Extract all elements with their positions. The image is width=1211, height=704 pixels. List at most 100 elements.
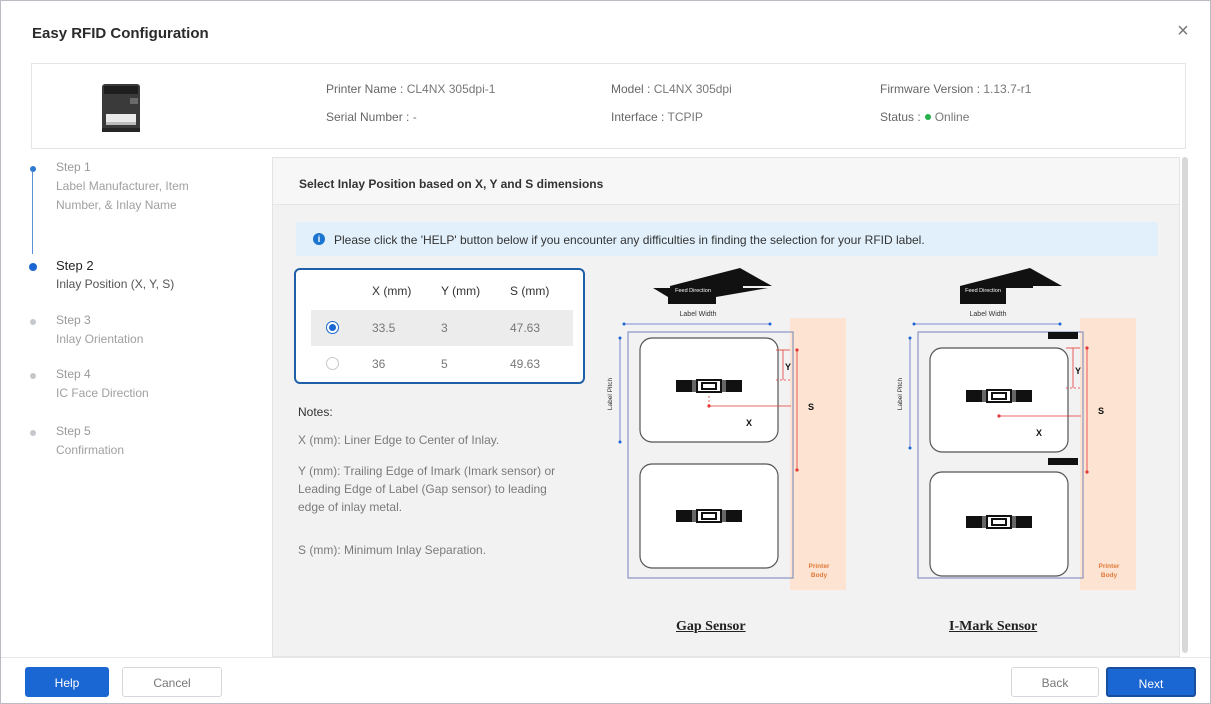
printer-body-label-2: Body xyxy=(811,572,828,579)
step-description: Confirmation xyxy=(56,443,125,457)
cancel-button[interactable]: Cancel xyxy=(122,667,222,697)
step-number: Step 2 xyxy=(56,258,94,273)
imark-sensor-diagram: Feed Direction Label Width Printer Body … xyxy=(888,266,1178,658)
printer-info-bar: Printer Name : CL4NX 305dpi-1 Model : CL… xyxy=(31,63,1186,149)
title-bar: Easy RFID Configuration × xyxy=(1,1,1210,61)
printer-name-value: CL4NX 305dpi-1 xyxy=(406,82,496,96)
panel-title: Select Inlay Position based on X, Y and … xyxy=(299,177,604,191)
status: Status : Online xyxy=(880,110,969,124)
table-row[interactable]: 33.5 3 47.63 xyxy=(311,310,573,346)
inlay-icon-2 xyxy=(966,515,1032,529)
printer-body-label-2: Body xyxy=(1101,572,1118,579)
column-header-y: Y (mm) xyxy=(441,284,481,298)
notes-title: Notes: xyxy=(298,405,333,419)
serial-number: Serial Number : - xyxy=(326,110,417,124)
firmware-label: Firmware Version : xyxy=(880,82,981,96)
step-number: Step 5 xyxy=(56,424,91,438)
step-description: Label Manufacturer, Item Number, & Inlay… xyxy=(56,179,189,212)
step-number: Step 1 xyxy=(56,160,91,174)
label-pitch-text: Label Pitch xyxy=(607,378,614,411)
step-connector xyxy=(32,172,33,254)
status-dot-icon xyxy=(924,114,931,121)
serial-label: Serial Number : xyxy=(326,110,410,124)
status-label: Status : xyxy=(880,110,921,124)
gap-sensor-diagram: Feed Direction Label Width Printer Body … xyxy=(598,266,888,658)
inlay-icon-2 xyxy=(676,509,742,523)
x-dimension-label: X xyxy=(746,418,752,428)
help-banner: i Please click the 'HELP' button below i… xyxy=(296,222,1158,256)
step-number: Step 3 xyxy=(56,313,91,327)
label-pitch-text: Label Pitch xyxy=(897,378,904,411)
label-width-text: Label Width xyxy=(970,311,1007,318)
model-label: Model : xyxy=(611,82,651,96)
label-width-text: Label Width xyxy=(680,311,717,318)
inlay-position-table: X (mm) Y (mm) S (mm) 33.5 3 47.63 36 5 4… xyxy=(294,268,585,384)
step-description: Inlay Orientation xyxy=(56,332,144,346)
help-button[interactable]: Help xyxy=(25,667,109,697)
dialog-window: Easy RFID Configuration × Printer Name :… xyxy=(0,0,1211,704)
printer-name-label: Printer Name : xyxy=(326,82,404,96)
column-header-s: S (mm) xyxy=(510,284,550,298)
note-y: Y (mm): Trailing Edge of Imark (Imark se… xyxy=(298,464,556,514)
step-dot-icon xyxy=(30,373,36,379)
step-dot-icon xyxy=(29,263,37,271)
imark-sensor-title: I-Mark Sensor xyxy=(949,619,1038,634)
y-dimension-label: Y xyxy=(785,362,791,372)
cell-s: 49.63 xyxy=(510,357,541,371)
printer-body xyxy=(1080,318,1136,590)
s-dimension-label: S xyxy=(1098,406,1104,416)
cell-x: 33.5 xyxy=(372,321,396,335)
close-icon[interactable]: × xyxy=(1173,21,1193,41)
inlay-position-panel: Select Inlay Position based on X, Y and … xyxy=(272,157,1180,657)
interface: Interface : TCPIP xyxy=(611,110,703,124)
imark-2 xyxy=(1048,458,1078,465)
column-header-x: X (mm) xyxy=(372,284,412,298)
interface-value: TCPIP xyxy=(667,110,703,124)
status-value: Online xyxy=(934,110,970,124)
inlay-icon-1 xyxy=(676,379,742,393)
cell-x: 36 xyxy=(372,357,386,371)
step-dot-icon xyxy=(30,166,36,172)
dialog-title: Easy RFID Configuration xyxy=(32,25,209,42)
note-s: S (mm): Minimum Inlay Separation. xyxy=(298,543,487,557)
wizard-steps: Step 1 Label Manufacturer, Item Number, … xyxy=(26,157,266,487)
s-dimension-label: S xyxy=(808,402,814,412)
step-description: IC Face Direction xyxy=(56,386,149,400)
help-banner-text: Please click the 'HELP' button below if … xyxy=(334,233,925,247)
gap-sensor-title: Gap Sensor xyxy=(676,619,746,634)
vertical-scrollbar[interactable] xyxy=(1182,157,1188,653)
step-dot-icon xyxy=(30,430,36,436)
step-dot-icon xyxy=(30,319,36,325)
cell-y: 5 xyxy=(441,357,448,371)
footer-divider xyxy=(1,657,1210,658)
feed-direction-label: Feed Direction xyxy=(965,288,1001,294)
table-row[interactable]: 36 5 49.63 xyxy=(311,346,573,382)
imark-sensor-illustration: Feed Direction Label Width Printer Body … xyxy=(897,268,1136,590)
note-x: X (mm): Liner Edge to Center of Inlay. xyxy=(298,433,500,447)
info-icon: i xyxy=(313,233,325,245)
gap-sensor-illustration: Feed Direction Label Width Printer Body … xyxy=(607,268,846,590)
model-value: CL4NX 305dpi xyxy=(653,82,732,96)
step-number: Step 4 xyxy=(56,367,91,381)
feed-direction-label: Feed Direction xyxy=(675,288,711,294)
next-button[interactable]: Next xyxy=(1106,667,1196,697)
model: Model : CL4NX 305dpi xyxy=(611,82,732,96)
printer-image xyxy=(102,84,140,132)
printer-body-label-1: Printer xyxy=(1099,563,1120,570)
back-button[interactable]: Back xyxy=(1011,667,1099,697)
printer-body xyxy=(790,318,846,590)
printer-body-label-1: Printer xyxy=(809,563,830,570)
x-dimension-label: X xyxy=(1036,428,1042,438)
row-radio[interactable] xyxy=(326,357,339,370)
serial-value: - xyxy=(412,110,417,124)
panel-header: Select Inlay Position based on X, Y and … xyxy=(273,158,1179,205)
y-dimension-label: Y xyxy=(1075,366,1081,376)
firmware-value: 1.13.7-r1 xyxy=(983,82,1032,96)
cell-s: 47.63 xyxy=(510,321,541,335)
interface-label: Interface : xyxy=(611,110,665,124)
printer-name: Printer Name : CL4NX 305dpi-1 xyxy=(326,82,495,96)
firmware-version: Firmware Version : 1.13.7-r1 xyxy=(880,82,1031,96)
imark-1 xyxy=(1048,332,1078,339)
row-radio[interactable] xyxy=(326,321,339,334)
cell-y: 3 xyxy=(441,321,448,335)
